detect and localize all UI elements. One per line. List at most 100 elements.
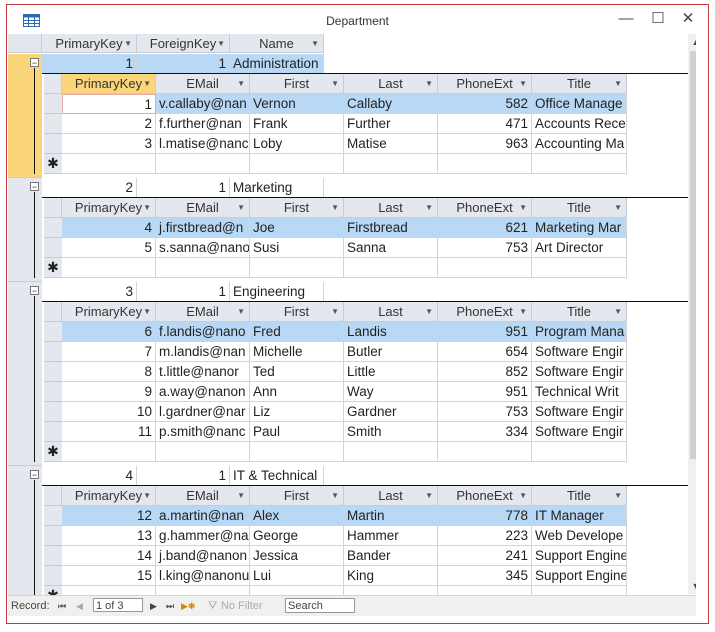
chevron-down-icon[interactable]: ▼ (331, 486, 339, 505)
employee-phone-cell[interactable]: 963 (438, 134, 532, 154)
chevron-down-icon[interactable]: ▼ (614, 302, 622, 321)
new-record-selector[interactable]: ✱ (44, 442, 62, 462)
employee-email-cell[interactable]: a.martin@nan (156, 506, 250, 526)
employee-email-cell[interactable]: l.matise@nanc (156, 134, 250, 154)
employee-last-cell[interactable]: Gardner (344, 402, 438, 422)
employee-phone-cell[interactable]: 223 (438, 526, 532, 546)
subheader-phone[interactable]: PhoneExt ▼ (438, 486, 532, 506)
subrecord-selector[interactable] (44, 134, 62, 154)
subheader-first[interactable]: First ▼ (250, 486, 344, 506)
chevron-down-icon[interactable]: ▼ (331, 74, 339, 93)
employee-phone-cell[interactable]: 753 (438, 238, 532, 258)
employee-title-cell[interactable]: Software Engir (532, 362, 627, 382)
employee-title-cell[interactable]: Program Mana (532, 322, 627, 342)
no-filter-button[interactable]: No Filter (221, 599, 263, 613)
subrecord-selector[interactable] (44, 218, 62, 238)
employee-first-cell[interactable]: Joe (250, 218, 344, 238)
employee-email-cell[interactable]: l.gardner@nar (156, 402, 250, 422)
employee-pk-cell[interactable]: 6 (62, 322, 156, 342)
scroll-thumb[interactable] (690, 51, 696, 459)
new-record-selector[interactable]: ✱ (44, 258, 62, 278)
subheader-title[interactable]: Title ▼ (532, 74, 627, 94)
employee-email-cell[interactable]: l.king@nanonu (156, 566, 250, 586)
employee-pk-cell[interactable]: 9 (62, 382, 156, 402)
employee-pk-cell[interactable]: 14 (62, 546, 156, 566)
employee-email-cell[interactable]: a.way@nanon (156, 382, 250, 402)
chevron-down-icon[interactable]: ▼ (124, 34, 132, 52)
chevron-down-icon[interactable]: ▼ (311, 34, 319, 52)
subheader-title[interactable]: Title ▼ (532, 198, 627, 218)
new-row-last-cell[interactable] (344, 154, 438, 174)
employee-pk-cell[interactable]: 12 (62, 506, 156, 526)
employee-phone-cell[interactable]: 241 (438, 546, 532, 566)
new-row-email-cell[interactable] (156, 154, 250, 174)
subheader-pk[interactable]: PrimaryKey ▼ (62, 486, 156, 506)
employee-pk-cell[interactable]: 13 (62, 526, 156, 546)
new-row-pk-cell[interactable] (62, 442, 156, 462)
new-row-phone-cell[interactable] (438, 258, 532, 278)
subdatasheet-select-all[interactable] (44, 486, 62, 506)
employee-last-cell[interactable]: Further (344, 114, 438, 134)
employee-email-cell[interactable]: t.little@nanor (156, 362, 250, 382)
chevron-down-icon[interactable]: ▼ (143, 302, 151, 321)
employee-title-cell[interactable]: Support Engine (532, 546, 627, 566)
department-name-cell[interactable]: Administration (230, 54, 324, 74)
subrecord-selector[interactable] (44, 114, 62, 134)
employee-pk-cell[interactable]: 5 (62, 238, 156, 258)
employee-last-cell[interactable]: Callaby (344, 94, 438, 114)
record-selector[interactable] (8, 54, 42, 178)
employee-last-cell[interactable]: Firstbread (344, 218, 438, 238)
header-primarykey[interactable]: PrimaryKey ▼ (42, 34, 137, 53)
department-name-cell[interactable]: Engineering (230, 282, 324, 302)
employee-phone-cell[interactable]: 778 (438, 506, 532, 526)
new-row-first-cell[interactable] (250, 258, 344, 278)
new-record-button[interactable]: ▶✱ (181, 599, 195, 613)
subrecord-selector[interactable] (44, 382, 62, 402)
subheader-last[interactable]: Last ▼ (344, 198, 438, 218)
employee-phone-cell[interactable]: 334 (438, 422, 532, 442)
collapse-icon[interactable]: − (30, 58, 39, 68)
employee-title-cell[interactable]: Software Engir (532, 422, 627, 442)
subrecord-selector[interactable] (44, 422, 62, 442)
close-button[interactable]: ✕ (674, 9, 702, 29)
new-row-phone-cell[interactable] (438, 442, 532, 462)
employee-last-cell[interactable]: Butler (344, 342, 438, 362)
employee-first-cell[interactable]: Jessica (250, 546, 344, 566)
subheader-title[interactable]: Title ▼ (532, 302, 627, 322)
employee-first-cell[interactable]: Ann (250, 382, 344, 402)
new-row-email-cell[interactable] (156, 258, 250, 278)
record-selector[interactable] (8, 282, 42, 466)
employee-title-cell[interactable]: Software Engir (532, 402, 627, 422)
chevron-down-icon[interactable]: ▼ (143, 486, 151, 505)
subrecord-selector[interactable] (44, 342, 62, 362)
subrecord-selector[interactable] (44, 546, 62, 566)
subrecord-selector[interactable] (44, 402, 62, 422)
chevron-down-icon[interactable]: ▼ (425, 198, 433, 217)
employee-title-cell[interactable]: Web Develope (532, 526, 627, 546)
subheader-pk[interactable]: PrimaryKey ▼ (62, 302, 156, 322)
previous-record-button[interactable]: ◀ (76, 599, 83, 613)
last-record-button[interactable]: ⏭ (166, 599, 174, 613)
employee-pk-cell[interactable]: 4 (62, 218, 156, 238)
chevron-down-icon[interactable]: ▼ (614, 198, 622, 217)
subheader-last[interactable]: Last ▼ (344, 302, 438, 322)
employee-title-cell[interactable]: Office Manage (532, 94, 627, 114)
subdatasheet-select-all[interactable] (44, 198, 62, 218)
employee-pk-cell[interactable]: 11 (62, 422, 156, 442)
chevron-down-icon[interactable]: ▼ (143, 198, 151, 217)
chevron-down-icon[interactable]: ▼ (237, 74, 245, 93)
subrecord-selector[interactable] (44, 566, 62, 586)
department-primarykey-cell[interactable]: 2 (42, 178, 137, 198)
employee-first-cell[interactable]: Loby (250, 134, 344, 154)
new-row-first-cell[interactable] (250, 442, 344, 462)
chevron-down-icon[interactable]: ▼ (425, 74, 433, 93)
employee-title-cell[interactable]: Support Engine (532, 566, 627, 586)
employee-last-cell[interactable]: Matise (344, 134, 438, 154)
employee-email-cell[interactable]: j.band@nanon (156, 546, 250, 566)
current-record-field[interactable]: 1 of 3 (93, 598, 143, 612)
chevron-down-icon[interactable]: ▼ (237, 486, 245, 505)
chevron-down-icon[interactable]: ▼ (237, 302, 245, 321)
minimize-button[interactable]: — (612, 9, 640, 29)
collapse-icon[interactable]: − (30, 470, 39, 480)
vertical-scrollbar[interactable]: ▲ ▼ (688, 34, 696, 594)
